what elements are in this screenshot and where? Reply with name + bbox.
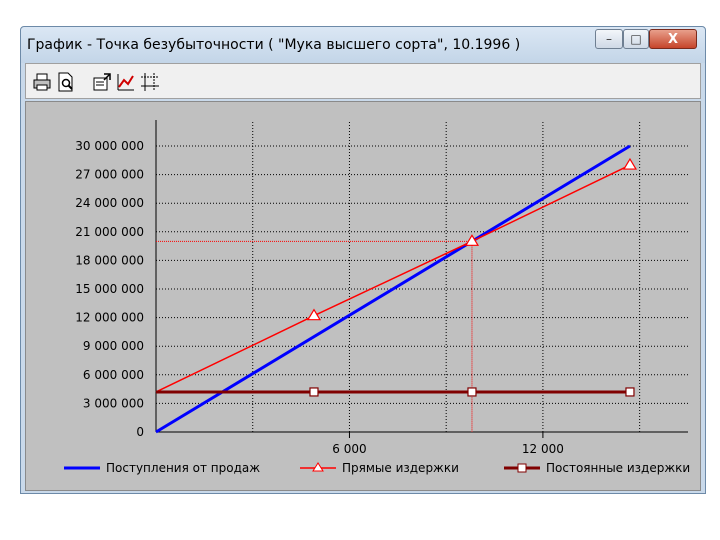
series-point-square	[309, 387, 319, 397]
chart-area: 0 3 000 000 6 000 000 9 000 000 12 000 000 15…	[25, 101, 701, 491]
legend-marker-square	[517, 463, 527, 473]
series-point-triangle	[622, 157, 638, 170]
y-tick-label: 9 000 000	[83, 339, 144, 353]
y-tick-label: 12 000 000	[75, 311, 144, 325]
chart-window: График - Точка безубыточности ( "Мука вы…	[20, 26, 706, 494]
title-bar[interactable]: График - Точка безубыточности ( "Мука вы…	[21, 27, 705, 63]
print-preview-icon[interactable]	[56, 72, 76, 92]
series-point-triangle	[306, 308, 322, 321]
series-point-square	[625, 387, 635, 397]
minimize-button[interactable]: –	[595, 29, 623, 49]
gridlines-icon[interactable]	[140, 72, 160, 92]
toolbar	[25, 63, 701, 99]
y-tick-label: 6 000 000	[83, 368, 144, 382]
legend-label-0: Поступления от продаж	[106, 461, 260, 475]
print-icon[interactable]	[32, 72, 52, 92]
y-tick-label: 0	[136, 425, 144, 439]
y-tick-label: 24 000 000	[75, 196, 144, 210]
legend-label-2: Постоянные издержки	[546, 461, 690, 475]
series-point-square	[467, 387, 477, 397]
y-tick-label: 18 000 000	[75, 253, 144, 267]
maximize-button[interactable]: □	[623, 29, 649, 49]
close-button[interactable]: X	[649, 29, 697, 49]
y-tick-label: 21 000 000	[75, 225, 144, 239]
chart-properties-icon[interactable]	[92, 72, 112, 92]
x-tick-label: 6 000	[332, 442, 366, 456]
y-tick-label: 30 000 000	[75, 139, 144, 153]
x-tick-label: 12 000	[522, 442, 564, 456]
legend-label-1: Прямые издержки	[342, 461, 459, 475]
legend-marker-triangle	[312, 462, 324, 472]
window-title: График - Точка безубыточности ( "Мука вы…	[27, 37, 521, 53]
y-tick-label: 15 000 000	[75, 282, 144, 296]
y-tick-label: 27 000 000	[75, 168, 144, 182]
chart-svg: 0 3 000 000 6 000 000 9 000 000 12 000 000 15…	[64, 120, 690, 475]
chart-type-icon[interactable]	[116, 72, 136, 92]
y-tick-label: 3 000 000	[83, 396, 144, 410]
series-line-1	[155, 164, 631, 393]
